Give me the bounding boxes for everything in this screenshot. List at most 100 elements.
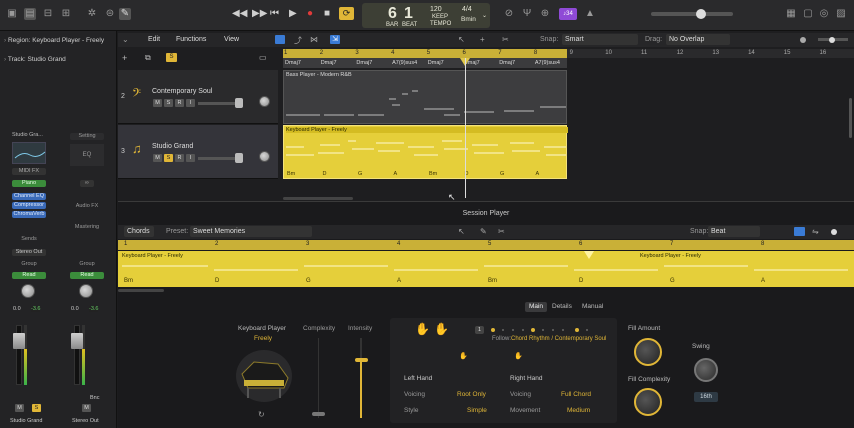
flex-icon[interactable]: ⋈: [310, 35, 318, 44]
setting-slot[interactable]: Setting: [70, 133, 104, 140]
play-button[interactable]: ▶: [289, 8, 297, 19]
metronome-icon[interactable]: ▲: [584, 8, 596, 20]
session-chord[interactable]: G: [670, 278, 675, 284]
input-monitor-button[interactable]: I: [186, 99, 195, 107]
vertical-scrollbar[interactable]: [849, 98, 852, 138]
browser-icon[interactable]: ▨: [835, 8, 847, 20]
eq-thumbnail[interactable]: [12, 142, 46, 164]
mute-button[interactable]: M: [82, 404, 91, 412]
stop-button[interactable]: ■: [324, 8, 330, 19]
chevron-down-icon[interactable]: ⌄: [122, 35, 129, 44]
flex-icon[interactable]: ⇋: [812, 227, 819, 236]
session-region[interactable]: Keyboard Player - Freely Keyboard Player…: [118, 251, 854, 287]
swing-knob[interactable]: [694, 358, 718, 382]
fill-amount-knob[interactable]: [634, 338, 662, 366]
input-monitor-button[interactable]: I: [186, 154, 195, 162]
playhead-marker[interactable]: [584, 251, 594, 259]
session-chord[interactable]: Bm: [488, 278, 497, 284]
link-icon[interactable]: ∞: [80, 180, 94, 187]
view-menu[interactable]: View: [224, 36, 239, 43]
track-volume-handle[interactable]: [235, 98, 243, 108]
instrument-slot[interactable]: Piano: [12, 180, 46, 187]
horizontal-scrollbar[interactable]: [118, 289, 164, 292]
chord-label[interactable]: Dmaj7: [499, 60, 515, 66]
loops-icon[interactable]: ◎: [818, 8, 830, 20]
functions-menu[interactable]: Functions: [176, 36, 206, 43]
tab-manual[interactable]: Manual: [582, 303, 603, 310]
rh-voicing-select[interactable]: Full Chord: [561, 391, 591, 398]
master-volume-handle[interactable]: [696, 9, 706, 19]
editors-icon[interactable]: ⊞: [60, 8, 72, 20]
go-to-start-button[interactable]: ⏮: [270, 8, 279, 19]
zoom-handle[interactable]: [831, 229, 837, 235]
midi-fx-slot[interactable]: MIDI FX: [12, 168, 46, 175]
mute-button[interactable]: M: [153, 154, 162, 162]
snap-select[interactable]: Smart: [562, 34, 638, 45]
bass-region[interactable]: Bass Player - Modern R&B: [283, 70, 567, 124]
settings-icon[interactable]: ✲: [86, 8, 98, 20]
track-pan-knob[interactable]: [259, 151, 270, 162]
session-chord[interactable]: G: [306, 278, 311, 284]
track-header-selected[interactable]: 3 ♫ Studio Grand M S R I: [118, 125, 278, 179]
session-ruler[interactable]: [118, 240, 854, 250]
pan-knob[interactable]: [21, 284, 35, 298]
follow-source[interactable]: Chord Rhythm / Contemporary Soul: [511, 336, 606, 342]
tuning-fork-icon[interactable]: Ψ: [521, 8, 533, 20]
chord-label[interactable]: A7(9)sus4: [392, 60, 417, 66]
scissors-icon[interactable]: ✂: [502, 35, 509, 44]
grand-piano-icon[interactable]: [234, 344, 296, 404]
global-solo-button[interactable]: S: [166, 53, 177, 62]
pointer-icon[interactable]: ↖: [458, 227, 465, 236]
track-inspector-header[interactable]: › Track: Studio Grand: [4, 56, 114, 68]
lh-style-select[interactable]: Simple: [467, 407, 487, 414]
audio-fx-slot[interactable]: Channel EQ: [12, 193, 46, 200]
mastering-slot[interactable]: Mastering: [70, 224, 104, 231]
player-style[interactable]: Freely: [254, 335, 272, 342]
record-enable-button[interactable]: R: [175, 99, 184, 107]
horizontal-scrollbar[interactable]: [283, 197, 353, 200]
chord-label[interactable]: Dmaj7: [321, 60, 337, 66]
pointer-tool-icon[interactable]: ⇲: [330, 35, 340, 44]
session-chord[interactable]: D: [215, 278, 219, 284]
bounce-button[interactable]: Bnc: [90, 395, 99, 401]
library-icon[interactable]: ▣: [6, 8, 18, 20]
record-enable-button[interactable]: R: [175, 154, 184, 162]
mute-button[interactable]: M: [153, 99, 162, 107]
rewind-button[interactable]: ◀◀: [232, 8, 247, 19]
chevron-down-icon[interactable]: ⌄: [482, 12, 487, 19]
tab-details[interactable]: Details: [552, 303, 572, 310]
pencil-icon[interactable]: ✎: [480, 227, 487, 236]
swing-resolution[interactable]: 16th: [694, 392, 718, 402]
pan-knob[interactable]: [79, 284, 93, 298]
audio-fx-slot[interactable]: Audio FX: [70, 203, 104, 210]
add-track-icon[interactable]: +: [122, 53, 127, 63]
automation-mode[interactable]: Read: [12, 272, 46, 279]
fast-forward-button[interactable]: ▶▶: [252, 8, 267, 19]
lh-voicing-select[interactable]: Root Only: [457, 391, 486, 398]
cycle-button[interactable]: ⟳: [339, 7, 354, 20]
count-in-icon[interactable]: ⊕: [539, 8, 551, 20]
pattern-number[interactable]: 1: [475, 326, 484, 334]
session-chord[interactable]: D: [579, 278, 583, 284]
automation-icon[interactable]: ⤴: [294, 35, 302, 46]
output-slot[interactable]: Stereo Out: [12, 249, 46, 256]
chord-label[interactable]: Dmaj7: [428, 60, 444, 66]
chord-track[interactable]: Dmaj7 Dmaj7 Dmaj7 A7(9)sus4 Dmaj7 Gmaj7 Dmaj7 A…: [283, 58, 567, 68]
solo-button[interactable]: S: [164, 99, 173, 107]
keyboard-region[interactable]: Keyboard Player - Freely Bm D G A Bm D G A: [283, 125, 568, 179]
track-name[interactable]: Studio Grand: [152, 143, 193, 150]
intensity-slider[interactable]: [355, 358, 368, 362]
lcd-display[interactable]: 6 1 BAR BEAT 120 KEEP TEMPO 4/4 Bmin ⌄: [362, 3, 490, 28]
chord-label[interactable]: A7(9)sus4: [535, 60, 560, 66]
zoom-handle[interactable]: [829, 37, 835, 43]
chord-label[interactable]: Dmaj7: [356, 60, 372, 66]
refresh-icon[interactable]: ↻: [258, 410, 265, 419]
pattern-dots[interactable]: [490, 327, 590, 333]
replace-icon[interactable]: ⊘: [503, 8, 515, 20]
tab-main[interactable]: Main: [525, 302, 547, 312]
smart-controls-icon[interactable]: ✎: [119, 8, 131, 20]
bar-ruler[interactable]: [283, 49, 567, 58]
waveform-zoom-icon[interactable]: [800, 37, 806, 43]
list-editors-icon[interactable]: ▦: [785, 8, 797, 20]
mute-button[interactable]: M: [15, 404, 24, 412]
